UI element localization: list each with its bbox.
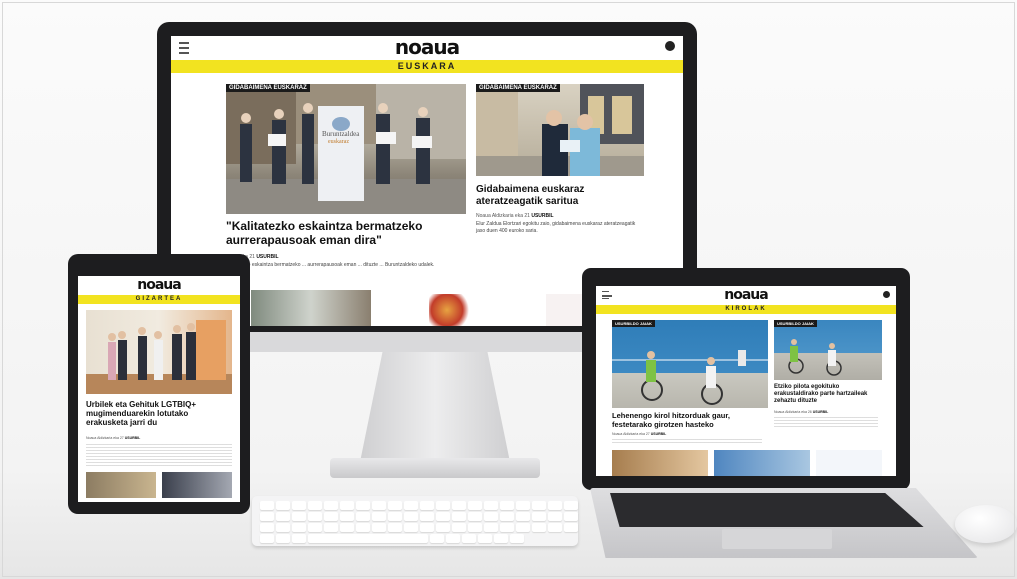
article-title[interactable]: Gidabaimena euskaraz ateratzeagatik sari… [476, 184, 644, 207]
banner-text-line2: euskaraz [328, 139, 349, 145]
article-photo-group[interactable]: Buruntzaldea euskaraz [226, 84, 466, 214]
laptop-keyboard [610, 493, 924, 527]
section-bar[interactable]: KIROLAK [596, 305, 896, 314]
monitor-stand [360, 352, 510, 462]
site-header: noaua [171, 36, 683, 59]
article-photo-wheelchair[interactable] [774, 320, 882, 380]
user-icon[interactable] [665, 41, 675, 51]
site-logo[interactable]: noaua [137, 277, 181, 293]
article-thumbnail[interactable] [429, 294, 474, 326]
tablet-device: noaua GIZARTEA Urbilek eta Gehituk LGTBI… [68, 254, 250, 514]
tablet-screen: noaua GIZARTEA Urbilek eta Gehituk LGTBI… [78, 276, 240, 502]
article-photo-sports[interactable] [612, 320, 768, 408]
article-tag[interactable]: GIDABAIMENA EUSKARAZ [476, 84, 560, 92]
site-header: noaua [78, 276, 240, 294]
article-lead-lines [612, 437, 762, 443]
article-title[interactable]: Lehenengo kirol hitzorduak gaur, festeta… [612, 411, 768, 429]
product-photo-scene: noaua EUSKARA Buruntzaldea euskaraz GIDA… [0, 0, 1017, 579]
article-tag[interactable]: USURBILDO JAIAK [774, 320, 817, 327]
article-photo-exhibition[interactable] [86, 310, 232, 394]
article-tag[interactable]: USURBILDO JAIAK [612, 320, 655, 327]
article-meta: Noaua Aldizkaria eka 27 USURBIL [612, 432, 667, 436]
section-bar[interactable]: GIZARTEA [78, 295, 240, 304]
user-icon[interactable] [883, 291, 890, 298]
article-thumbnail[interactable] [714, 450, 810, 476]
article-thumbnail[interactable] [612, 450, 708, 476]
article-meta: Noaua Aldizkaria eka 27 USURBIL [86, 436, 141, 440]
site-header: noaua [596, 286, 896, 304]
article-title[interactable]: "Kalitatezko eskaintza bermatzeko aurrer… [226, 219, 466, 248]
mouse [955, 505, 1017, 543]
laptop-trackpad [722, 529, 832, 549]
article-title[interactable]: Urbilek eta Gehituk LGTBIQ+ mugimenduare… [86, 400, 232, 428]
laptop-device: noaua KIROLAK USURBILDO JAIAK Lehenengo … [582, 268, 910, 490]
site-logo[interactable]: noaua [724, 287, 768, 303]
banner-text-line1: Buruntzaldea [322, 130, 360, 138]
article-lead-lines [86, 442, 232, 466]
hamburger-menu-icon[interactable] [179, 42, 189, 54]
laptop-screen: noaua KIROLAK USURBILDO JAIAK Lehenengo … [596, 286, 896, 476]
article-title[interactable]: Etziko pilota egokituko erakustaldirako … [774, 384, 882, 405]
article-thumbnail[interactable] [251, 290, 371, 326]
section-bar[interactable]: EUSKARA [171, 60, 683, 73]
article-meta: Noaua Aldizkaria eka 21 USURBIL [476, 213, 554, 219]
article-lead: Elur Zaldua Elortzari egokitu zaio, gida… [476, 221, 636, 234]
ad-placeholder [816, 450, 882, 476]
monitor-stand-base [330, 458, 540, 478]
hamburger-menu-icon[interactable] [602, 291, 612, 299]
article-lead: Kalitatezko eskaintza bermatzeko ... aur… [226, 262, 435, 268]
article-meta: Noaua Aldizkaria eka 26 USURBIL [774, 410, 829, 414]
article-tag[interactable]: GIDABAIMENA EUSKARAZ [226, 84, 310, 92]
article-thumbnail[interactable] [86, 472, 156, 498]
article-thumbnail[interactable] [162, 472, 232, 498]
keyboard [252, 496, 578, 546]
article-photo-award[interactable] [476, 84, 644, 176]
site-logo[interactable]: noaua [395, 36, 460, 59]
article-lead-lines [774, 415, 878, 427]
